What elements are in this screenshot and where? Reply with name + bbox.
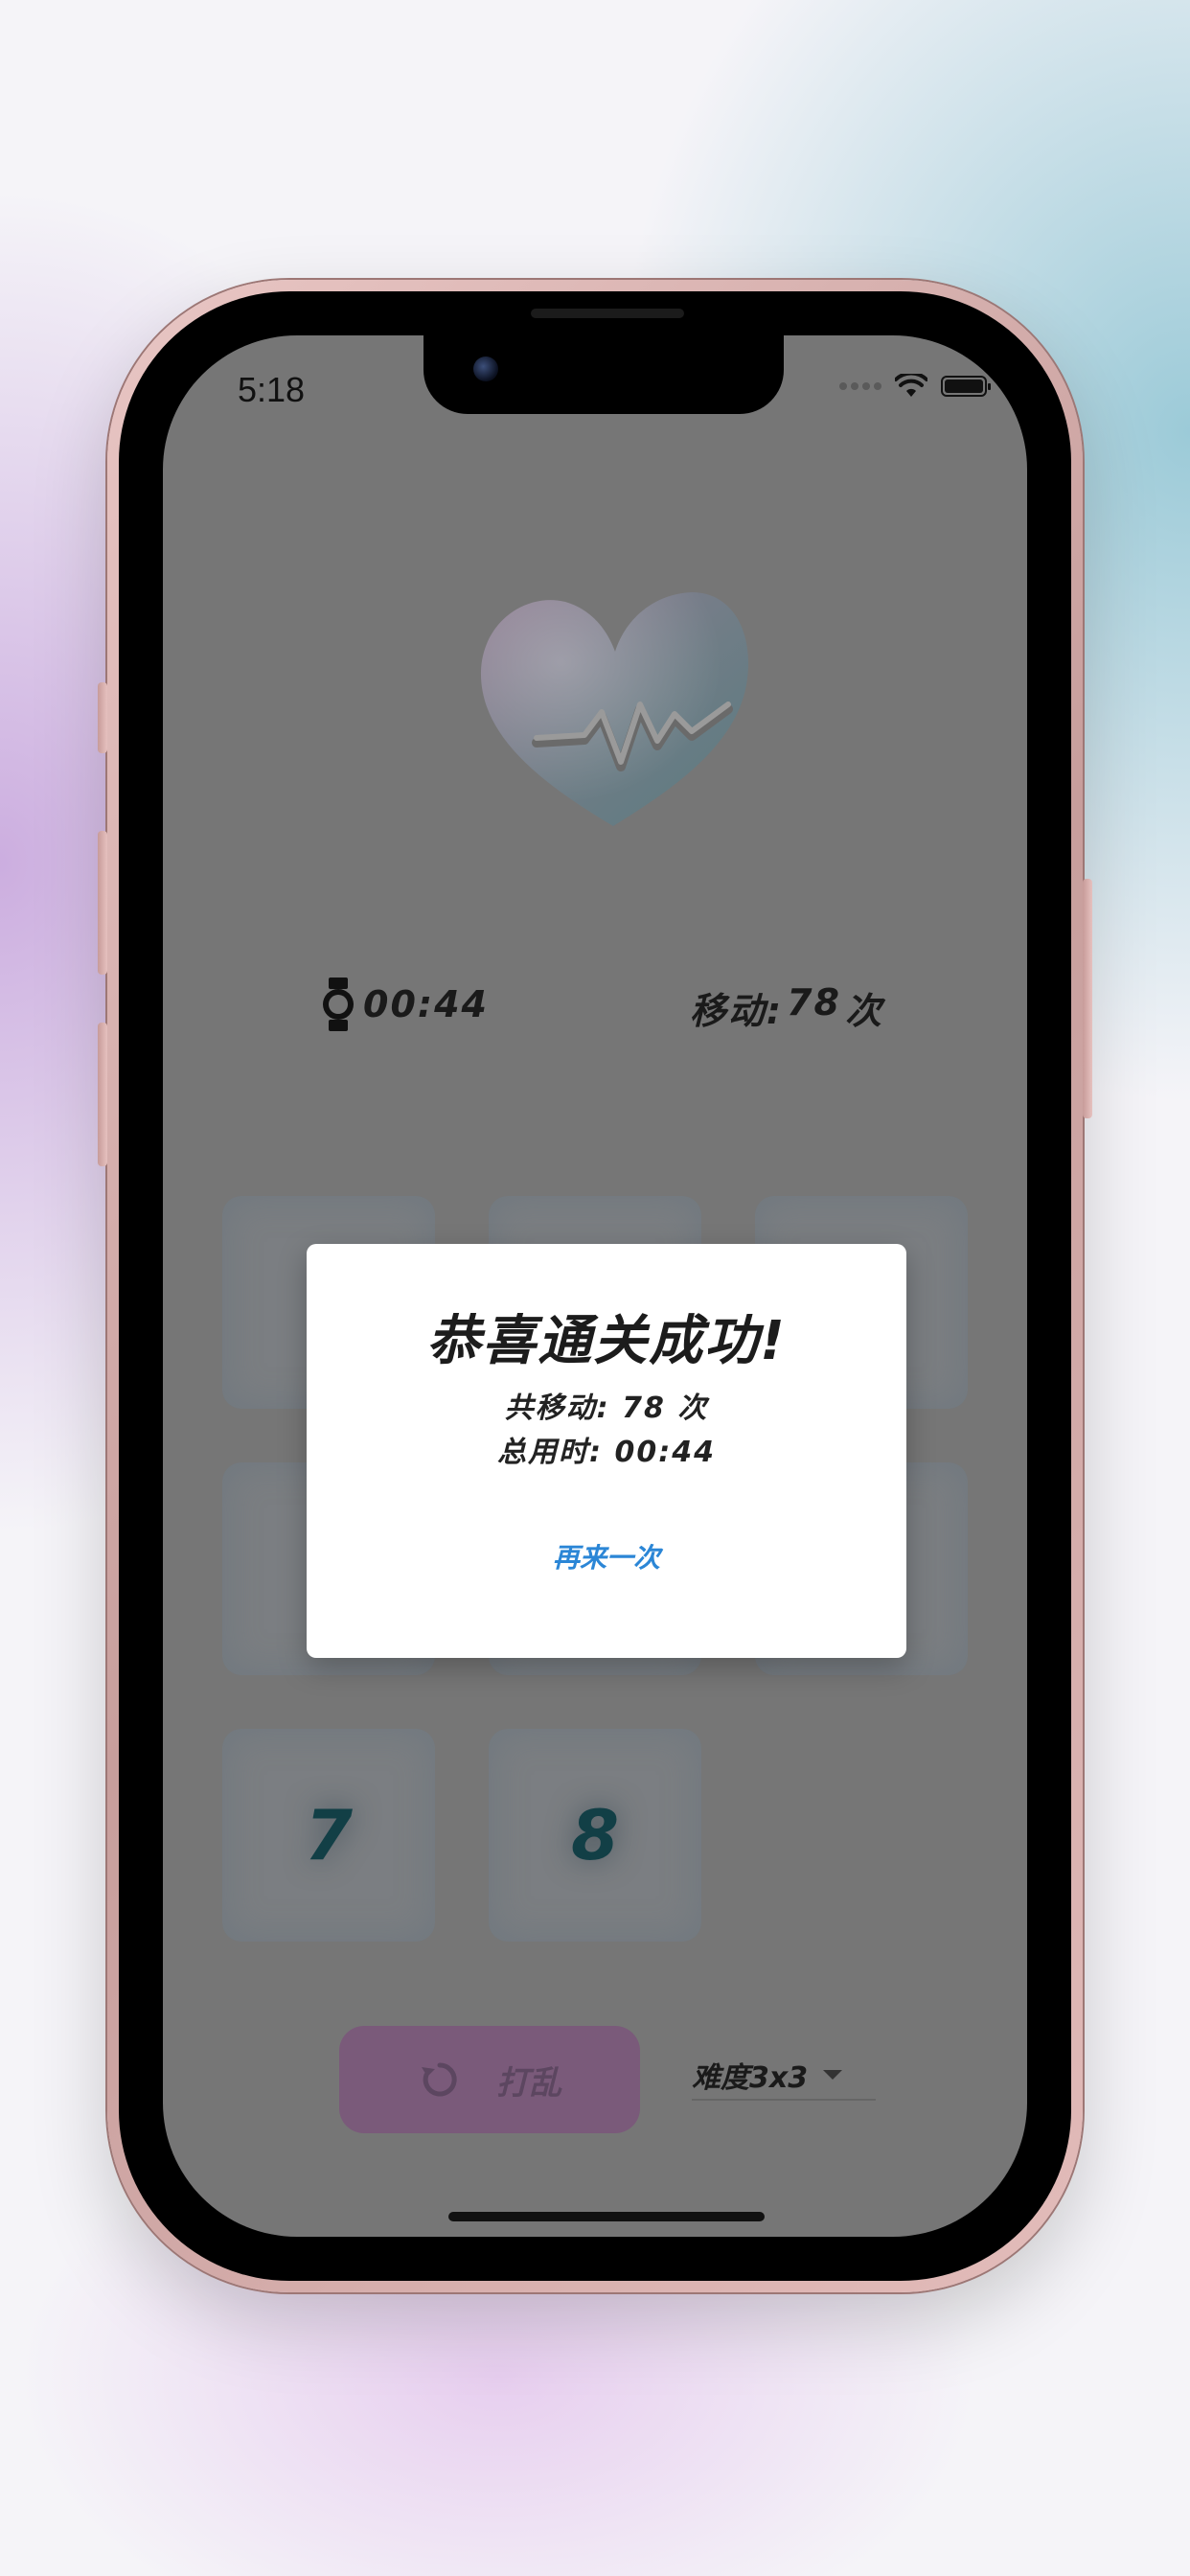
moves-value: 78 [787,981,841,1024]
shuffle-button[interactable]: 打乱 [339,2026,640,2133]
shuffle-label: 打乱 [496,2063,561,2103]
refresh-icon [422,2062,457,2097]
heart-illustration [469,575,757,843]
dialog-moves-line: 共移动: 78 次 [504,1392,709,1425]
success-dialog: 恭喜通关成功! 共移动: 78 次 总用时: 00:44 再来一次 [307,1244,906,1658]
difficulty-label: 难度3x3 [692,2061,809,2095]
front-camera [473,356,498,381]
stats-row: 00:44 移动: 78 次 [321,978,883,1035]
phone-frame: 5:18 00:44 移动: 78 次 7 8 打乱 难度3x3 恭喜通关成功!… [98,280,1092,2292]
tile-number: 8 [570,1795,620,1875]
volume-up-button [98,831,107,975]
status-time: 5:18 [238,370,306,409]
watch-icon [323,978,354,1031]
status-icons [839,374,991,399]
silent-switch [98,682,107,753]
moves-label: 移动: [689,990,784,1032]
screen: 5:18 00:44 移动: 78 次 7 8 打乱 难度3x3 恭喜通关成功!… [163,335,1027,2237]
puzzle-tile-7[interactable]: 7 [222,1729,435,1942]
volume-down-button [98,1023,107,1166]
dialog-title: 恭喜通关成功! [426,1310,787,1372]
moves-unit: 次 [844,990,883,1032]
power-button [1083,879,1092,1118]
puzzle-tile-8[interactable]: 8 [489,1729,701,1942]
signal-dots-icon [839,382,881,390]
tile-number: 7 [304,1795,354,1875]
battery-icon [941,376,991,397]
earpiece-speaker [531,309,684,318]
chevron-down-icon [823,2070,843,2080]
timer: 00:44 [321,978,489,1031]
home-indicator[interactable] [448,2212,765,2221]
move-counter: 移动: 78 次 [690,981,883,1034]
timer-value: 00:44 [363,983,489,1025]
heart-icon [480,592,749,826]
notch [423,335,784,414]
difficulty-dropdown[interactable]: 难度3x3 [692,2051,876,2101]
wifi-icon [895,374,927,397]
dialog-time-line: 总用时: 00:44 [497,1436,716,1469]
play-again-button[interactable]: 再来一次 [307,1537,906,1576]
phone-bezel: 5:18 00:44 移动: 78 次 7 8 打乱 难度3x3 恭喜通关成功!… [119,291,1071,2281]
